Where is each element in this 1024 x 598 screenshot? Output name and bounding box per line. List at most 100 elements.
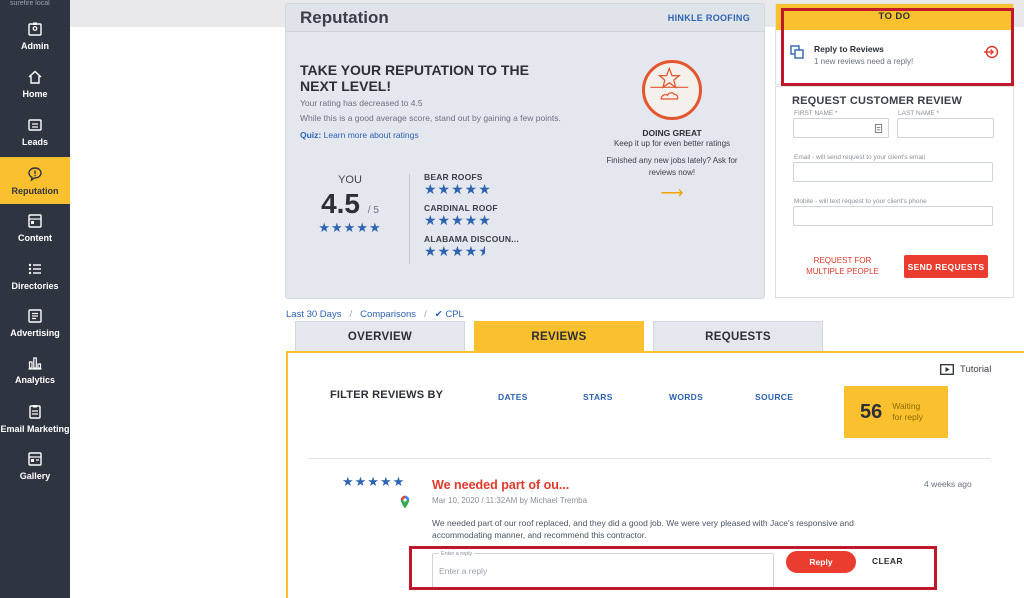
tutorial-label: Tutorial: [960, 364, 992, 375]
reviews-icon: [790, 45, 804, 59]
reply-button[interactable]: Reply: [786, 551, 856, 573]
reputation-card: Reputation HINKLE ROOFING TAKE YOUR REPU…: [285, 3, 765, 299]
waiting-for-reply-badge[interactable]: 56 Waiting for reply: [844, 386, 948, 438]
brand-logo: surefire local: [10, 0, 50, 7]
competitor-row: ALABAMA DISCOUN... ★★★★★: [424, 234, 544, 258]
first-name-field[interactable]: [793, 118, 889, 138]
email-field[interactable]: [793, 162, 993, 182]
first-name-label: FIRST NAME *: [794, 110, 838, 117]
leads-icon: [28, 118, 42, 131]
play-video-icon: [940, 364, 954, 375]
filter-words[interactable]: WORDS: [669, 392, 703, 402]
status-title: DOING GREAT: [642, 128, 702, 138]
sidebar-item-label: Admin: [21, 40, 49, 51]
status-cta: Finished any new jobs lately? Ask for re…: [606, 156, 738, 177]
todo-header: TO DO: [776, 4, 1013, 30]
breadcrumb: Last 30 Days / Comparisons / ✔ CPL: [286, 309, 464, 320]
sidebar-item-analytics[interactable]: Analytics: [0, 346, 70, 393]
your-rating: YOU 4.5 / 5 ★★★★★: [300, 174, 400, 236]
status-subtitle: Keep it up for even better ratings: [613, 139, 731, 148]
arrow-right-icon[interactable]: ⟶: [598, 183, 746, 203]
competitor-row: BEAR ROOFS ★★★★★: [424, 172, 544, 196]
last-name-label: LAST NAME *: [898, 110, 940, 117]
competitor-stars: ★★★★★: [424, 243, 485, 259]
request-review-panel: REQUEST CUSTOMER REVIEW FIRST NAME * LAS…: [775, 86, 1014, 298]
request-multiple-link[interactable]: REQUEST FOR MULTIPLE PEOPLE: [800, 255, 885, 277]
sidebar-item-label: Analytics: [14, 374, 56, 385]
filter-dates[interactable]: DATES: [498, 392, 528, 402]
status-panel: DOING GREAT Keep it up for even better r…: [598, 60, 746, 203]
reputation-headline: TAKE YOUR REPUTATION TO THE NEXT LEVEL!: [300, 62, 529, 94]
sidebar-item-email-marketing[interactable]: Email Marketing: [0, 395, 70, 442]
sidebar-item-directories[interactable]: Directories: [0, 252, 70, 299]
divider: [308, 458, 991, 459]
directories-icon: [28, 263, 41, 274]
mobile-label: Mobile - will text request to your clien…: [794, 198, 927, 205]
sidebar: surefire local Admin Home Leads Reputati…: [0, 0, 70, 598]
content-icon: [28, 213, 42, 228]
waiting-count: 56: [860, 400, 883, 423]
sidebar-item-label: Home: [22, 88, 48, 99]
review-age: 4 weeks ago: [924, 479, 972, 489]
todo-panel: TO DO Reply to Reviews 1 new reviews nee…: [775, 3, 1014, 85]
mobile-field[interactable]: [793, 206, 993, 226]
tab-requests[interactable]: REQUESTS: [653, 321, 823, 351]
reputation-header: Reputation HINKLE ROOFING: [286, 4, 764, 32]
rating-decrease-text: Your rating has decreased to 4.5: [300, 98, 423, 108]
competitor-row: CARDINAL ROOF ★★★★★: [424, 203, 544, 227]
divider: [409, 174, 410, 264]
review-title[interactable]: We needed part of ou...: [432, 478, 569, 492]
reputation-icon: [28, 166, 42, 182]
sidebar-item-label: Leads: [21, 136, 48, 147]
competitor-stars: ★★★★★: [424, 212, 492, 228]
sidebar-item-admin[interactable]: Admin: [0, 12, 70, 59]
quiz-label: Quiz:: [300, 130, 322, 140]
go-arrow-icon[interactable]: [983, 44, 999, 60]
last-name-field[interactable]: [897, 118, 994, 138]
sidebar-item-reputation[interactable]: Reputation: [0, 157, 70, 204]
sidebar-item-gallery[interactable]: Gallery: [0, 442, 70, 489]
tab-overview[interactable]: OVERVIEW: [295, 321, 465, 351]
sidebar-item-content[interactable]: Content: [0, 204, 70, 251]
filter-label: FILTER REVIEWS BY: [330, 389, 444, 401]
sidebar-item-label: Advertising: [10, 327, 60, 338]
check-icon: ✔: [434, 309, 443, 320]
you-label: YOU: [338, 174, 362, 186]
quiz-link[interactable]: Learn more about ratings: [324, 130, 419, 140]
rating-advice-text: While this is a good average score, stan…: [300, 113, 561, 123]
page-title: Reputation: [300, 7, 389, 27]
tutorial-link[interactable]: Tutorial: [940, 364, 991, 375]
filter-source[interactable]: SOURCE: [755, 392, 793, 402]
tab-reviews[interactable]: REVIEWS: [474, 321, 644, 351]
google-maps-icon: [400, 495, 410, 509]
rating-stars: ★★★★★: [318, 220, 382, 235]
email-marketing-icon: [29, 404, 41, 419]
reply-input[interactable]: Enter a reply Enter a reply: [432, 551, 774, 588]
sidebar-item-advertising[interactable]: Advertising: [0, 299, 70, 346]
request-title: REQUEST CUSTOMER REVIEW: [792, 95, 963, 107]
sidebar-item-home[interactable]: Home: [0, 60, 70, 107]
waiting-label: Waiting for reply: [892, 401, 923, 422]
sidebar-item-label: Directories: [11, 280, 59, 291]
breadcrumb-range[interactable]: Last 30 Days: [286, 309, 341, 320]
breadcrumb-comparisons[interactable]: Comparisons: [360, 309, 416, 320]
advertising-icon: [28, 308, 42, 323]
email-label: Email - will send request to your client…: [794, 154, 925, 161]
todo-item-reply-reviews[interactable]: Reply to Reviews 1 new reviews need a re…: [776, 30, 1013, 86]
sidebar-item-label: Email Marketing: [0, 423, 70, 434]
reviews-panel: Tutorial FILTER REVIEWS BY DATES STARS W…: [286, 351, 1024, 598]
send-requests-button[interactable]: SEND REQUESTS: [904, 255, 988, 278]
breadcrumb-cpl[interactable]: CPL: [445, 309, 463, 320]
rating-score: 4.5 / 5: [321, 188, 379, 219]
reply-input-label: Enter a reply: [439, 551, 475, 557]
reply-placeholder: Enter a reply: [439, 566, 488, 576]
home-icon: [28, 70, 42, 84]
sidebar-item-leads[interactable]: Leads: [0, 108, 70, 155]
contact-card-icon[interactable]: [874, 124, 883, 133]
clear-button[interactable]: CLEAR: [872, 556, 903, 566]
quiz-line: Quiz: Learn more about ratings: [300, 130, 570, 140]
filter-stars[interactable]: STARS: [583, 392, 613, 402]
rating-badge-icon: [642, 60, 702, 120]
company-name[interactable]: HINKLE ROOFING: [668, 13, 750, 23]
sidebar-item-label: Reputation: [11, 185, 59, 196]
